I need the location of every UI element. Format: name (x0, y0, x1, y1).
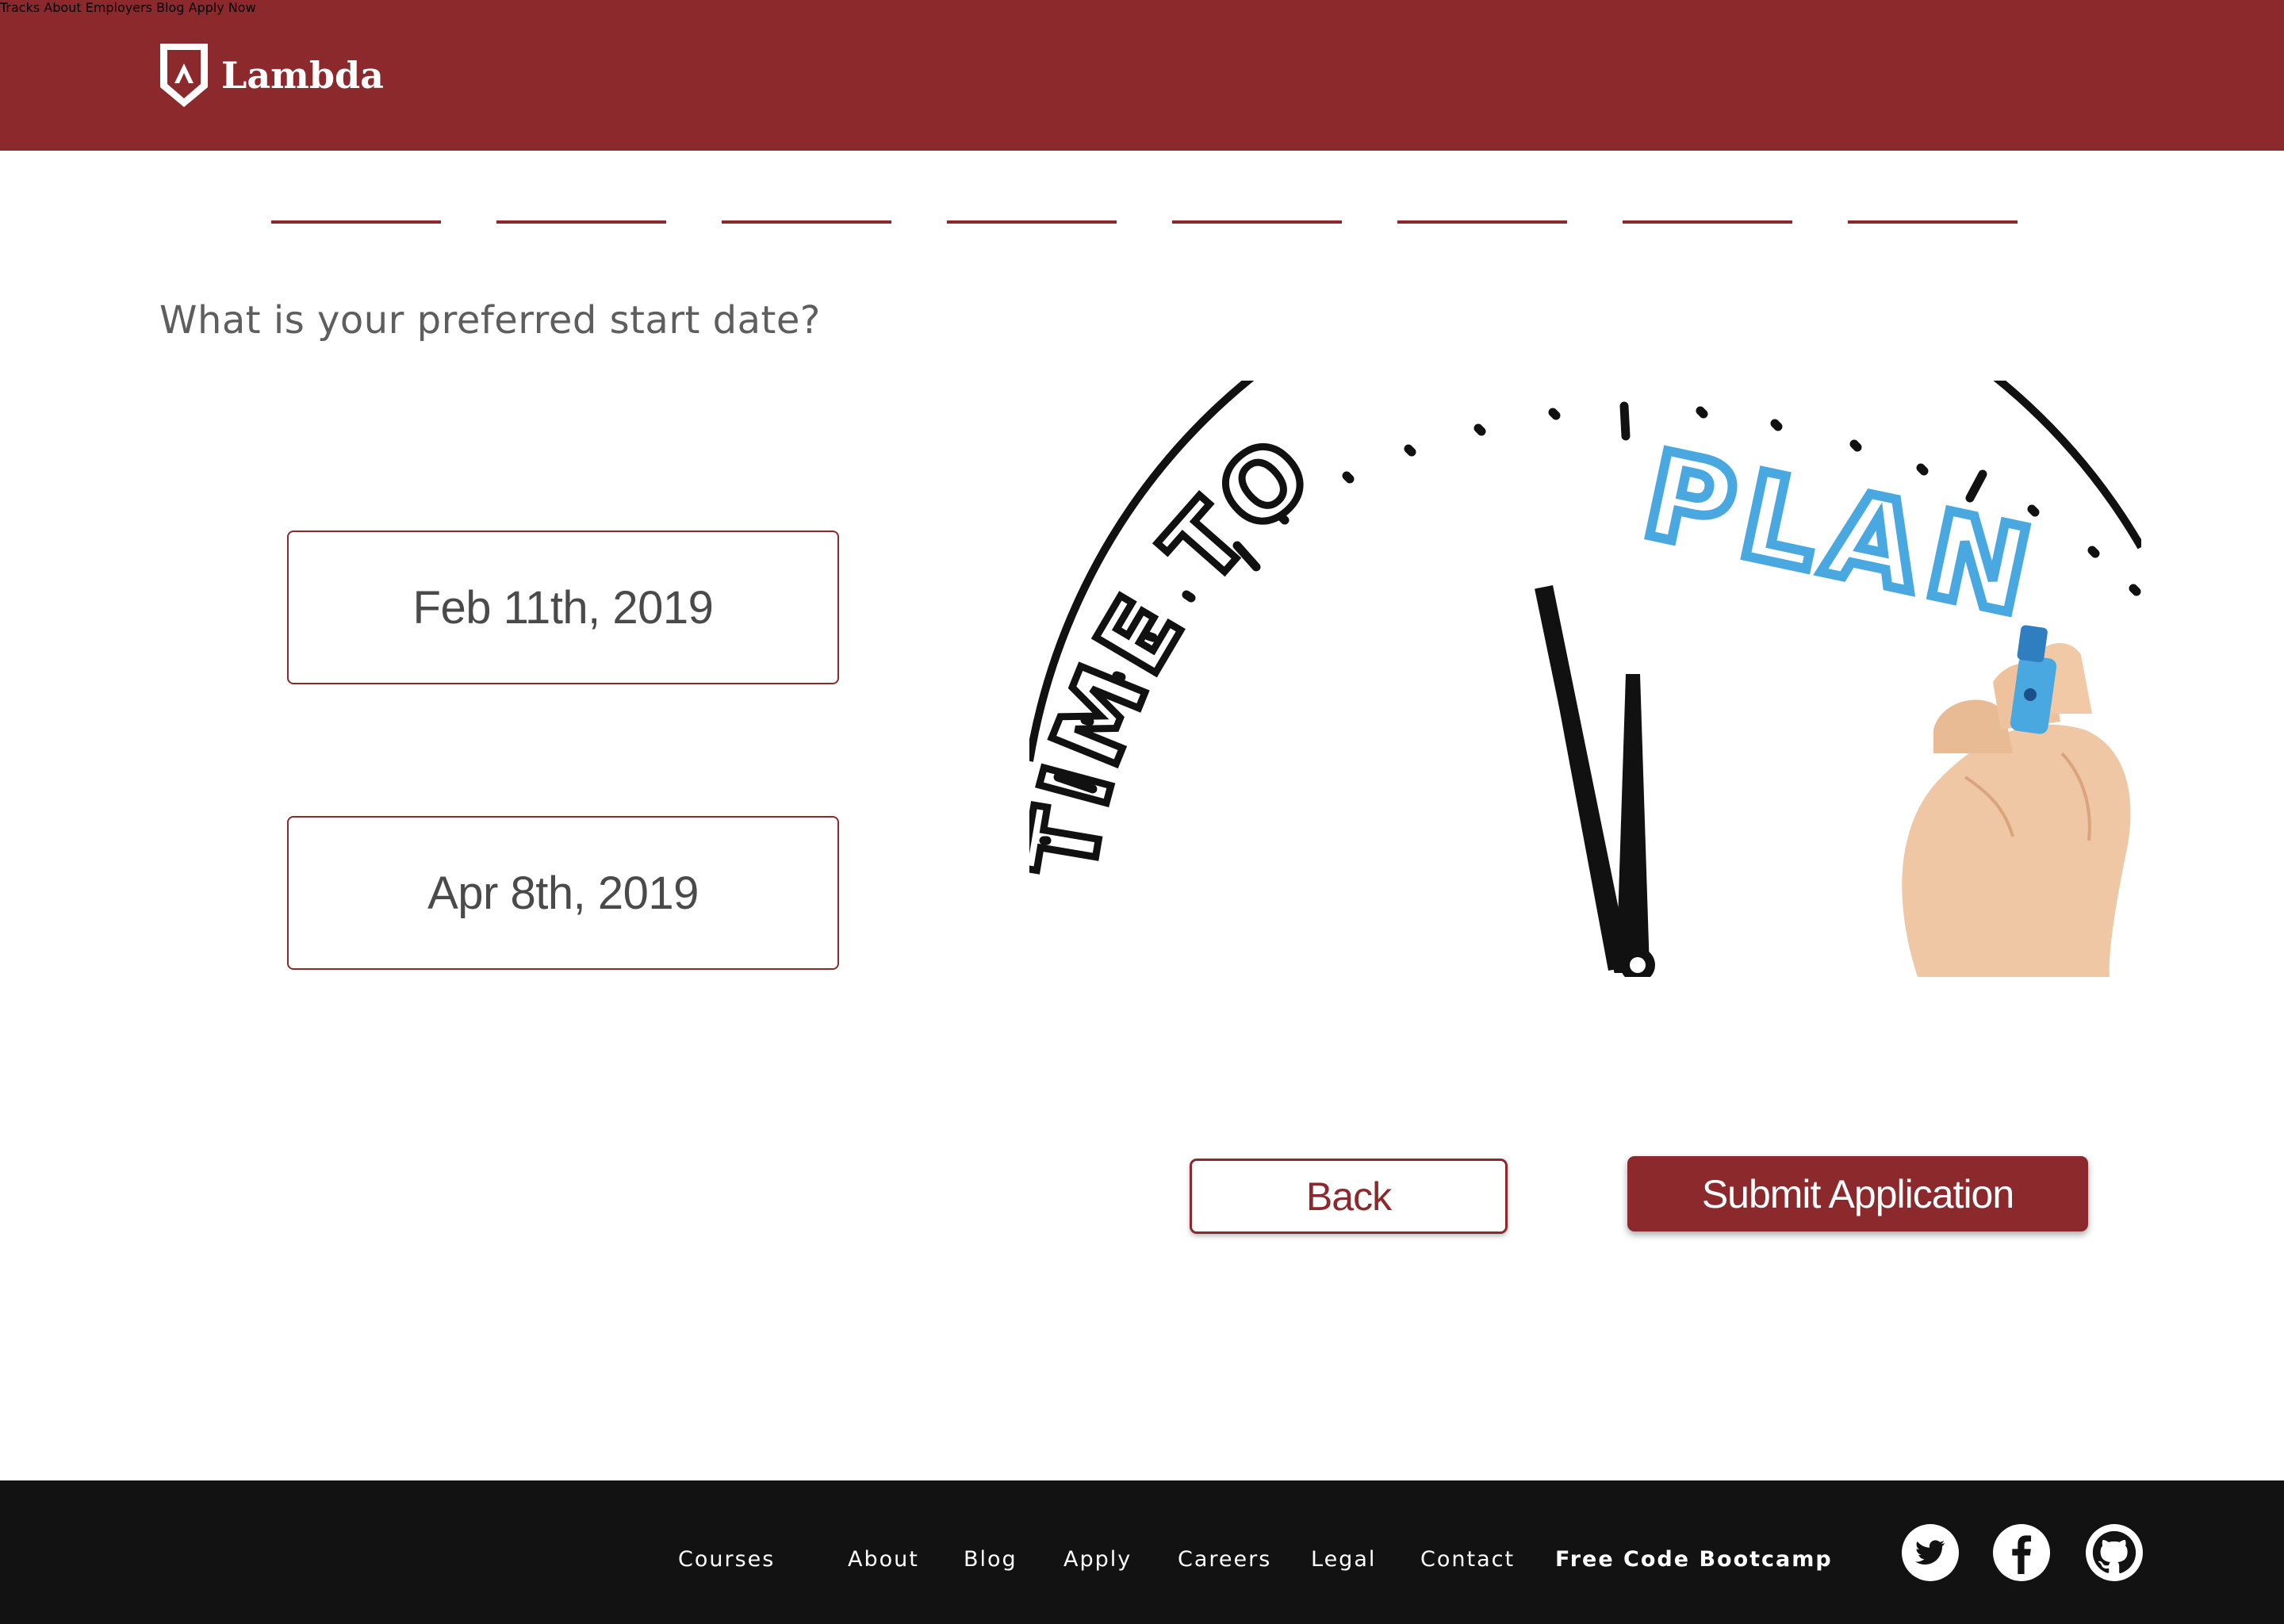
footer-link-courses[interactable]: Courses (678, 1547, 775, 1572)
progress-step (271, 220, 441, 224)
question-heading: What is your preferred start date? (159, 298, 821, 343)
footer-link-apply[interactable]: Apply (1063, 1547, 1132, 1572)
nav-tracks[interactable]: Tracks (0, 0, 40, 15)
facebook-link[interactable] (1993, 1524, 2050, 1581)
progress-step (1848, 220, 2018, 224)
hero-text-time-to: TIME TO (1029, 411, 1333, 887)
back-button[interactable]: Back (1190, 1159, 1508, 1234)
lambda-shield-icon (160, 44, 208, 107)
github-icon (2092, 1530, 2136, 1573)
progress-step (1623, 220, 1792, 224)
time-to-plan-illustration: TIME TO PLAN (1029, 381, 2141, 977)
top-navbar: Lambda Tracks About Employers Blog Apply… (0, 0, 2284, 151)
github-link[interactable] (2086, 1524, 2143, 1581)
brand-logo[interactable]: Lambda (158, 41, 384, 109)
progress-step (496, 220, 666, 224)
progress-step (947, 220, 1117, 224)
svg-text:TIME TO: TIME TO (1029, 415, 1335, 884)
footer-link-about[interactable]: About (848, 1547, 919, 1572)
facebook-icon (2012, 1535, 2032, 1574)
nav-blog[interactable]: Blog (156, 0, 184, 15)
progress-step (722, 220, 891, 224)
twitter-icon (1915, 1540, 1945, 1565)
footer-link-contact[interactable]: Contact (1420, 1547, 1515, 1572)
footer-link-free-code-bootcamp[interactable]: Free Code Bootcamp (1555, 1547, 1833, 1572)
submit-application-button[interactable]: Submit Application (1627, 1156, 2088, 1231)
nav-apply-now[interactable]: Apply Now (189, 0, 256, 15)
twitter-link[interactable] (1902, 1524, 1959, 1581)
step-progress (0, 220, 2284, 224)
hero-text-plan: PLAN (1633, 427, 2052, 645)
brand-name: Lambda (221, 54, 384, 97)
footer-link-blog[interactable]: Blog (964, 1547, 1017, 1572)
nav-employers[interactable]: Employers (86, 0, 152, 15)
start-date-option-feb[interactable]: Feb 11th, 2019 (287, 530, 839, 684)
nav-about[interactable]: About (44, 0, 81, 15)
footer-link-careers[interactable]: Careers (1178, 1547, 1271, 1572)
progress-step (1172, 220, 1342, 224)
footer-link-legal[interactable]: Legal (1311, 1547, 1376, 1572)
progress-step (1397, 220, 1567, 224)
start-date-option-apr[interactable]: Apr 8th, 2019 (287, 816, 839, 970)
